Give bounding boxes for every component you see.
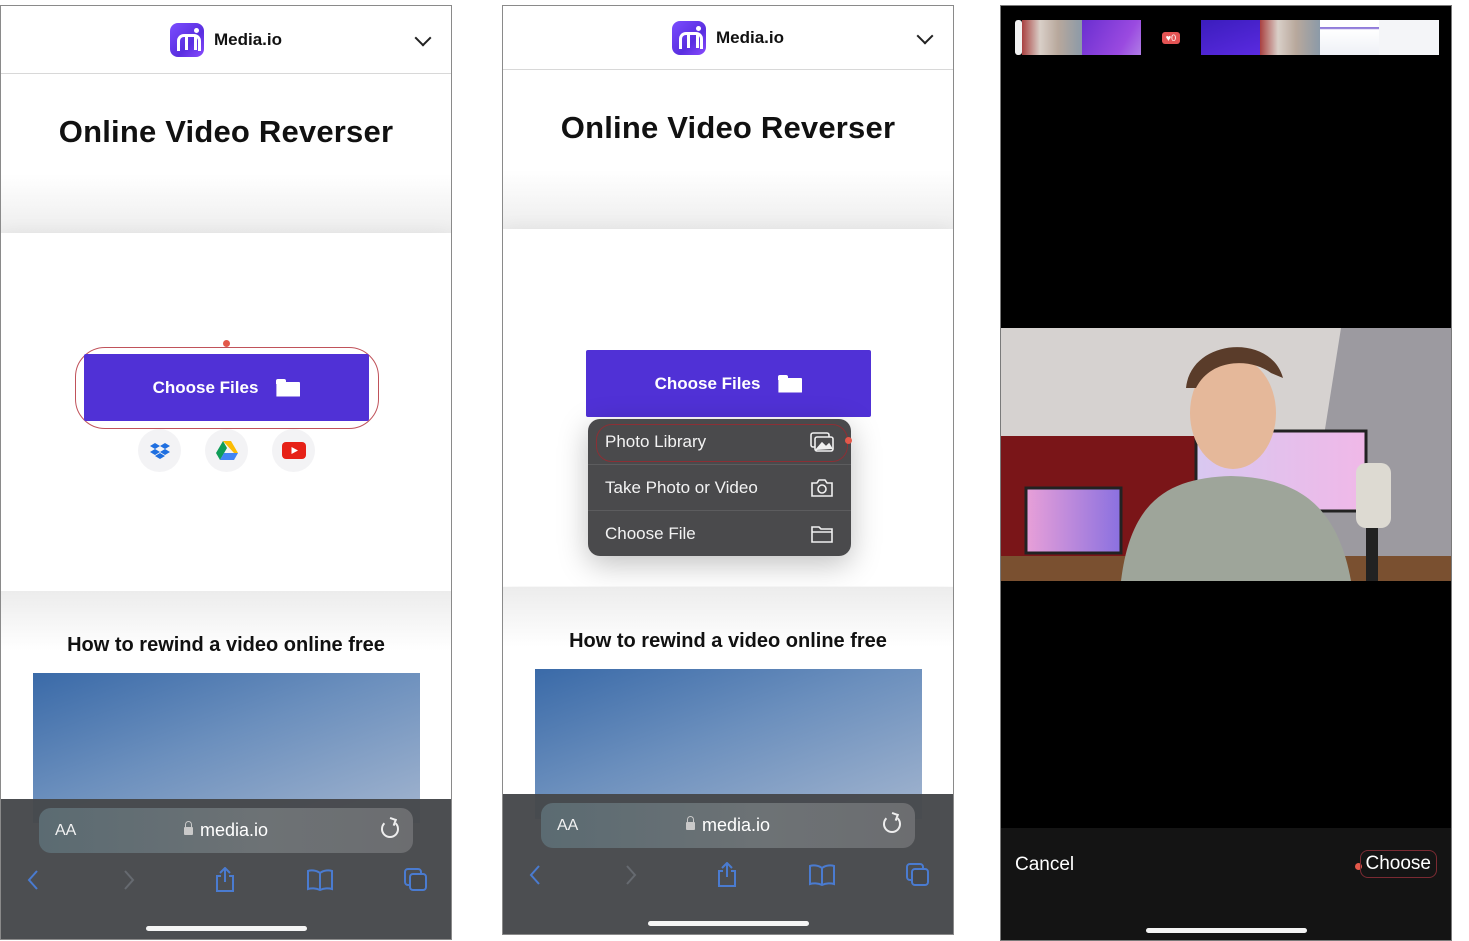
menu-item-take-photo-or-video[interactable]: Take Photo or Video <box>588 465 851 511</box>
timeline-thumbnail <box>1260 20 1320 55</box>
safari-toolbar <box>1 865 451 895</box>
trim-handle[interactable] <box>1015 20 1022 55</box>
section-title: How to rewind a video online free <box>67 634 385 656</box>
reload-icon[interactable] <box>381 820 399 838</box>
safari-toolbar <box>503 860 953 890</box>
google-drive-icon <box>215 441 238 460</box>
back-button[interactable] <box>520 860 550 890</box>
camera-icon <box>811 478 833 497</box>
url-display: media.io <box>39 820 413 841</box>
bookmarks-button[interactable] <box>305 865 335 895</box>
home-indicator <box>1146 928 1307 933</box>
share-button[interactable] <box>712 860 742 890</box>
book-icon <box>809 864 835 886</box>
address-bar[interactable]: AA media.io <box>541 803 915 848</box>
phone-screen-website: Media.io Online Video Reverser Instantly… <box>0 5 452 940</box>
tabs-icon <box>906 863 929 886</box>
share-button[interactable] <box>210 865 240 895</box>
chevron-down-icon[interactable] <box>414 29 432 47</box>
timeline-thumbnail: ♥0 <box>1141 20 1201 55</box>
choose-files-label: Choose Files <box>152 377 259 397</box>
menu-item-label: Choose File <box>605 524 696 543</box>
folder-icon <box>778 374 802 393</box>
home-indicator <box>648 921 809 926</box>
cloud-sources <box>138 429 315 472</box>
video-preview[interactable] <box>1001 328 1451 581</box>
page-title: Online Video Reverser <box>58 114 394 149</box>
timeline-thumbnail <box>1319 20 1380 55</box>
timeline-thumbnail <box>1022 20 1082 55</box>
reload-icon[interactable] <box>883 815 901 833</box>
chevron-left-icon <box>529 865 540 885</box>
share-icon <box>718 862 736 887</box>
forward-button[interactable] <box>616 860 646 890</box>
safari-bottom-bar: AA media.io <box>1 799 451 939</box>
share-icon <box>216 867 234 892</box>
tap-marker <box>845 437 852 444</box>
timeline-thumbnail <box>1081 20 1142 55</box>
tap-highlight <box>596 424 848 462</box>
brand-name: Media.io <box>213 29 282 49</box>
chevron-left-icon <box>27 870 38 890</box>
youtube-icon <box>281 442 306 459</box>
url-text: media.io <box>199 820 269 840</box>
chevron-right-icon <box>626 865 637 885</box>
home-indicator <box>146 926 307 931</box>
like-badge: ♥0 <box>1161 31 1181 44</box>
choose-files-button[interactable]: Choose Files <box>84 354 369 421</box>
chevron-down-icon[interactable] <box>916 27 934 45</box>
text-size-button[interactable]: AA <box>55 822 76 840</box>
brand-name: Media.io <box>715 27 784 47</box>
choose-button[interactable]: Choose <box>1359 850 1437 878</box>
timeline-thumbnail <box>1379 20 1440 55</box>
media-io-logo <box>671 20 706 55</box>
book-icon <box>307 869 333 891</box>
back-button[interactable] <box>18 865 48 895</box>
tabs-icon <box>404 868 427 891</box>
address-bar[interactable]: AA media.io <box>39 808 413 853</box>
divider-shade <box>503 170 953 230</box>
chevron-right-icon <box>124 870 135 890</box>
choose-files-button[interactable]: Choose Files <box>586 350 871 417</box>
google-drive-button[interactable] <box>205 429 248 472</box>
bookmarks-button[interactable] <box>807 860 837 890</box>
section-title: How to rewind a video online free <box>569 630 887 652</box>
video-timeline-strip[interactable]: ♥0 <box>1015 20 1440 55</box>
lock-icon <box>183 821 193 835</box>
site-header: Media.io <box>1 6 451 74</box>
video-frame <box>1001 328 1451 581</box>
dropbox-icon <box>149 442 170 459</box>
cancel-button[interactable]: Cancel <box>1015 854 1074 876</box>
choose-files-label: Choose Files <box>654 373 761 393</box>
lock-icon <box>685 816 695 830</box>
page-title: Online Video Reverser <box>560 110 896 145</box>
menu-item-choose-file[interactable]: Choose File <box>588 511 851 556</box>
tabs-button[interactable] <box>401 865 431 895</box>
folder-icon <box>276 378 300 397</box>
picker-bottom-bar: Cancel Choose <box>1001 828 1451 940</box>
brand[interactable]: Media.io <box>169 22 282 57</box>
menu-item-label: Take Photo or Video <box>605 477 758 497</box>
text-size-button[interactable]: AA <box>557 817 578 835</box>
media-io-logo <box>169 22 204 57</box>
safari-bottom-bar: AA media.io <box>503 794 953 934</box>
site-header: Media.io <box>503 6 953 70</box>
folder-icon <box>811 526 833 543</box>
timeline-thumbnail <box>1200 20 1261 55</box>
tap-marker <box>223 340 230 347</box>
phone-screen-file-menu: Media.io Online Video Reverser Instantly… <box>502 5 954 935</box>
divider-shade <box>1 174 451 234</box>
url-display: media.io <box>541 815 915 836</box>
forward-button[interactable] <box>114 865 144 895</box>
brand[interactable]: Media.io <box>671 20 784 55</box>
dropbox-button[interactable] <box>138 429 181 472</box>
phone-screen-video-picker: ♥0 Cancel Choose <box>1000 5 1452 941</box>
tabs-button[interactable] <box>903 860 933 890</box>
youtube-button[interactable] <box>272 429 315 472</box>
url-text: media.io <box>701 815 771 835</box>
